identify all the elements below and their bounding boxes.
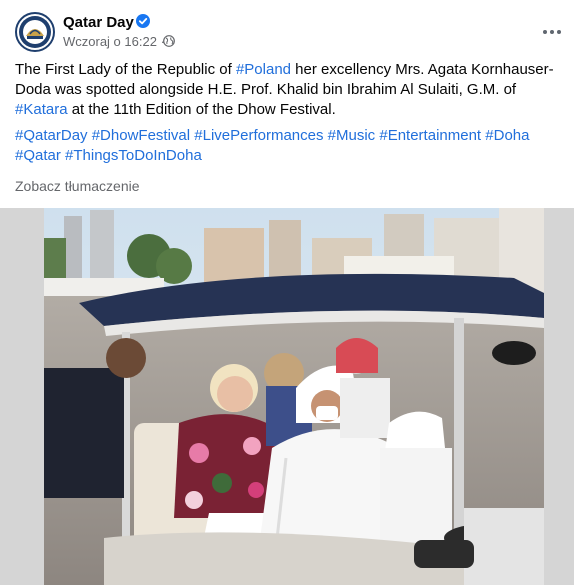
hashtag-link[interactable]: #Katara <box>15 101 68 118</box>
page-avatar[interactable] <box>15 12 55 52</box>
more-dot <box>550 30 554 34</box>
hashtag-link[interactable]: #QatarDay <box>15 127 88 144</box>
photo-container <box>0 208 574 585</box>
hashtag-link[interactable]: #Qatar <box>15 147 61 164</box>
caption-text: The First Lady of the Republic of <box>15 61 236 78</box>
hashtag-link[interactable]: #Doha <box>485 127 529 144</box>
more-dot <box>543 30 547 34</box>
post-timestamp[interactable]: Wczoraj o 16:22 · <box>63 34 165 49</box>
see-translation-link[interactable]: Zobacz tłumaczenie <box>15 178 140 194</box>
qatar-day-logo-icon <box>19 16 51 48</box>
hashtag-list: #QatarDay #DhowFestival #LivePerformance… <box>15 126 567 166</box>
hashtag-link[interactable]: #DhowFestival <box>92 127 190 144</box>
hashtag-link[interactable]: #Poland <box>236 61 291 78</box>
timestamp-text[interactable]: Wczoraj o 16:22 <box>63 34 157 49</box>
post-caption: The First Lady of the Republic of #Polan… <box>15 60 567 120</box>
more-options-icon[interactable] <box>538 18 566 46</box>
hashtag-link[interactable]: #Entertainment <box>379 127 481 144</box>
caption-text: at the 11th Edition of the Dhow Festival… <box>67 101 336 118</box>
page-name[interactable]: Qatar Day <box>63 14 134 31</box>
globe-icon[interactable] <box>163 35 175 47</box>
hashtag-link[interactable]: #LivePerformances <box>194 127 323 144</box>
post-photo[interactable] <box>44 208 544 585</box>
hashtag-link[interactable]: #ThingsToDoInDoha <box>65 147 202 164</box>
hashtag-link[interactable]: #Music <box>328 127 376 144</box>
more-dot <box>557 30 561 34</box>
verified-badge-icon <box>136 14 150 28</box>
facebook-post: Qatar Day Wczoraj o 16:22 · The First La… <box>0 0 574 585</box>
